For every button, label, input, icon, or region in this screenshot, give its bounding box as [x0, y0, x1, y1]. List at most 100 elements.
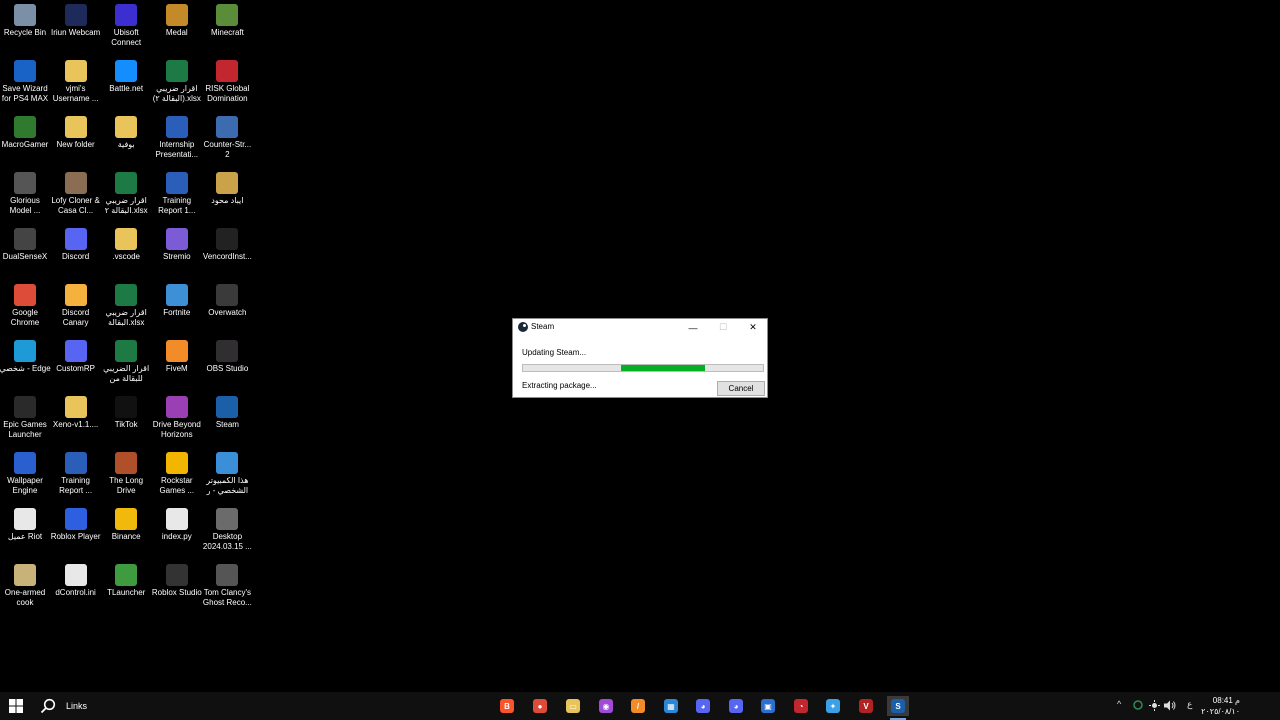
- desktop-shortcut-label: Drive Beyond Horizons: [152, 420, 201, 439]
- desktop-shortcut[interactable]: Medal: [152, 0, 202, 38]
- desktop-shortcut[interactable]: Discord Canary: [51, 280, 101, 328]
- desktop-shortcut[interactable]: index.py: [152, 504, 202, 542]
- taskbar-app-button[interactable]: /: [627, 696, 649, 716]
- progress-fill: [621, 365, 706, 371]
- desktop-shortcut[interactable]: Training Report 1...: [152, 168, 202, 216]
- desktop-shortcut[interactable]: Internship Presentati...: [152, 112, 202, 160]
- desktop-shortcut[interactable]: Roblox Player: [51, 504, 101, 542]
- dialog-titlebar[interactable]: Steam — ☐ ✕: [513, 319, 767, 336]
- desktop-shortcut[interactable]: FiveM: [152, 336, 202, 374]
- show-hidden-icons-button[interactable]: ^: [1117, 699, 1121, 709]
- desktop-shortcut[interactable]: Counter-Str... 2: [202, 112, 252, 160]
- desktop-shortcut[interactable]: Ubisoft Connect: [101, 0, 151, 48]
- desktop-shortcut[interactable]: dControl.ini: [51, 560, 101, 598]
- taskbar-app-button[interactable]: S: [887, 696, 909, 720]
- links-toolbar[interactable]: Links: [66, 701, 87, 711]
- overwatch-icon: [216, 284, 239, 306]
- desktop-shortcut[interactable]: Discord: [51, 224, 101, 262]
- minecraft-icon: [216, 4, 239, 26]
- desktop-shortcut-label: CustomRP: [56, 364, 95, 373]
- taskbar-app-button[interactable]: ◔: [790, 696, 812, 716]
- search-button[interactable]: [36, 692, 60, 720]
- desktop-shortcut[interactable]: اقرار ضريبي البقالة ٢.xlsx: [101, 168, 151, 216]
- desktop-shortcut[interactable]: Iriun Webcam: [51, 0, 101, 38]
- desktop-shortcut[interactable]: VencordInst...: [202, 224, 252, 262]
- desktop-shortcut[interactable]: One-armed cook: [0, 560, 50, 608]
- taskbar-app-button[interactable]: ●: [529, 696, 551, 716]
- desktop-shortcut[interactable]: .vscode: [101, 224, 151, 262]
- desktop-shortcut[interactable]: Desktop 2024.03.15 ...: [202, 504, 252, 552]
- desktop-shortcut[interactable]: DualSenseX: [0, 224, 50, 262]
- desktop-shortcut[interactable]: اقرار ضريبي البقالة.xlsx: [101, 280, 151, 328]
- taskbar-app-button[interactable]: ◕: [692, 696, 714, 716]
- desktop-shortcut[interactable]: Minecraft: [202, 0, 252, 38]
- cancel-button[interactable]: Cancel: [717, 381, 765, 396]
- desktop-shortcut[interactable]: Recycle Bin: [0, 0, 50, 38]
- progress-bar: [522, 364, 764, 372]
- desktop-shortcut[interactable]: Steam: [202, 392, 252, 430]
- desktop-shortcut[interactable]: OBS Studio: [202, 336, 252, 374]
- taskbar-app-button[interactable]: B: [496, 696, 518, 716]
- clock[interactable]: 08:41 م ٢٠٢٥/٠٨/١٠: [1201, 695, 1240, 717]
- desktop-shortcut[interactable]: New folder: [51, 112, 101, 150]
- taskbar-app-button[interactable]: ▭: [562, 696, 584, 716]
- desktop-shortcut[interactable]: اقرار ضريبي (البقالة ٢).xlsx: [152, 56, 202, 104]
- webcam-icon: [64, 4, 87, 26]
- desktop-shortcut-label: Binance: [111, 532, 141, 541]
- desktop-shortcut[interactable]: TikTok: [101, 392, 151, 430]
- desktop-shortcut-label: شخصي - Edge: [0, 364, 51, 373]
- tray-status-icon[interactable]: [1133, 700, 1143, 712]
- desktop-shortcut[interactable]: Xeno-v1.1....: [51, 392, 101, 430]
- desktop-shortcut[interactable]: Battle.net: [101, 56, 151, 94]
- taskbar-app-button[interactable]: ▣: [757, 696, 779, 716]
- close-button[interactable]: ✕: [738, 319, 768, 336]
- desktop-shortcut[interactable]: Roblox Studio: [152, 560, 202, 598]
- speedometer-icon: ◔: [794, 699, 808, 713]
- desktop-shortcut[interactable]: vjmi's Username ...: [51, 56, 101, 104]
- desktop-shortcut[interactable]: Epic Games Launcher: [0, 392, 50, 440]
- taskbar-app-button[interactable]: ▦: [660, 696, 682, 716]
- desktop-shortcut[interactable]: هذا الكمبيوتر الشخصي - ر: [202, 448, 252, 496]
- minimize-button[interactable]: —: [678, 319, 708, 336]
- taskbar-app-button[interactable]: ✦: [822, 696, 844, 716]
- desktop-shortcut-label: Internship Presentati...: [155, 140, 199, 159]
- update-status-text: Updating Steam...: [522, 348, 587, 357]
- desktop-shortcut[interactable]: Wallpaper Engine: [0, 448, 50, 496]
- desktop-shortcut[interactable]: MacroGamer: [0, 112, 50, 150]
- desktop-shortcut[interactable]: Stremio: [152, 224, 202, 262]
- taskbar-app-button[interactable]: ◕: [725, 696, 747, 716]
- desktop-shortcut[interactable]: Training Report ...: [51, 448, 101, 496]
- desktop-shortcut[interactable]: RISK Global Domination: [202, 56, 252, 104]
- glorious-icon: [14, 172, 36, 194]
- desktop-shortcut[interactable]: Binance: [101, 504, 151, 542]
- desktop-shortcut-label: Steam: [215, 420, 239, 429]
- recycle-bin-icon: [14, 4, 36, 26]
- desktop-shortcut-label: Ubisoft Connect: [111, 28, 142, 47]
- extract-status-text: Extracting package...: [522, 381, 597, 390]
- desktop-shortcut[interactable]: عميل Riot: [0, 504, 50, 542]
- input-language-button[interactable]: ع: [1187, 699, 1192, 710]
- desktop-shortcut[interactable]: شخصي - Edge: [0, 336, 51, 374]
- volume-button[interactable]: [1164, 700, 1176, 713]
- desktop-shortcut[interactable]: Fortnite: [152, 280, 202, 318]
- medal-icon: [165, 4, 188, 26]
- taskbar-app-button[interactable]: ◉: [595, 696, 617, 716]
- taskbar-app-button[interactable]: V: [855, 696, 877, 716]
- desktop-shortcut[interactable]: TLauncher: [101, 560, 151, 598]
- desktop-shortcut[interactable]: Lofy Cloner & Casa Cl...: [51, 168, 101, 216]
- desktop-shortcut[interactable]: Tom Clancy's Ghost Reco...: [202, 560, 252, 608]
- desktop-shortcut-label: VencordInst...: [202, 252, 252, 261]
- desktop-shortcut[interactable]: Save Wizard for PS4 MAX: [0, 56, 50, 104]
- desktop-shortcut[interactable]: Overwatch: [202, 280, 252, 318]
- desktop-shortcut[interactable]: The Long Drive: [101, 448, 151, 496]
- desktop-shortcut[interactable]: اقرار الضريبي للبقالة من: [101, 336, 151, 384]
- brightness-button[interactable]: [1149, 700, 1160, 713]
- start-button[interactable]: [0, 692, 32, 720]
- desktop-shortcut[interactable]: Glorious Model ...: [0, 168, 50, 216]
- desktop-shortcut[interactable]: بوفية: [101, 112, 151, 150]
- desktop-shortcut[interactable]: Google Chrome: [0, 280, 50, 328]
- desktop-shortcut[interactable]: ايباد محود: [202, 168, 252, 206]
- desktop-shortcut[interactable]: Drive Beyond Horizons: [152, 392, 202, 440]
- desktop-shortcut[interactable]: CustomRP: [51, 336, 101, 374]
- desktop-shortcut[interactable]: Rockstar Games ...: [152, 448, 202, 496]
